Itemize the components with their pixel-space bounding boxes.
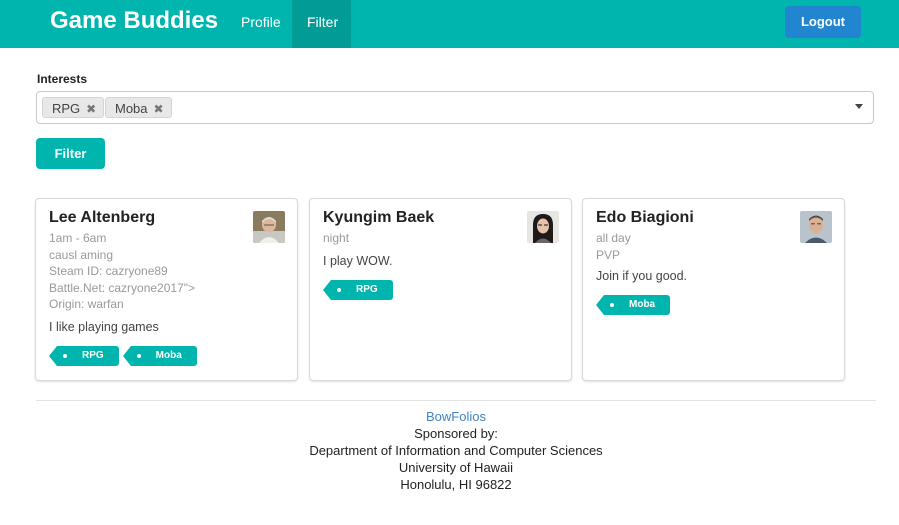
- interests-label: Interests: [37, 72, 88, 86]
- footer-link[interactable]: BowFolios: [0, 408, 899, 425]
- meta-line: Origin: warfan: [49, 297, 124, 311]
- tag-label[interactable]: Moba: [595, 295, 671, 315]
- meta-line: Battle.Net: cazryone2017">: [49, 280, 196, 295]
- profile-meta: night: [323, 230, 349, 247]
- meta-line: causl aming: [49, 247, 114, 262]
- meta-line: night: [323, 231, 350, 245]
- brand-title[interactable]: Game Buddies: [50, 7, 218, 35]
- profile-name: Lee Altenberg: [49, 209, 156, 226]
- profile-meta: 1am - 6am causl aming Steam ID: cazryone…: [49, 230, 195, 313]
- meta-line: all day: [596, 231, 631, 245]
- avatar: [800, 211, 832, 243]
- close-icon[interactable]: ✖: [86, 102, 96, 116]
- profile-description: I like playing games: [49, 320, 159, 334]
- tag-list: RPG Moba: [49, 346, 197, 366]
- chip-rpg: RPG ✖: [42, 97, 105, 118]
- tag-label[interactable]: RPG: [323, 280, 393, 300]
- footer-line: University of Hawaii: [398, 460, 514, 475]
- profile-meta: all day PVP: [596, 230, 631, 263]
- meta-line: PVP: [596, 247, 621, 262]
- tag-label[interactable]: Moba: [122, 346, 197, 366]
- tag-list: RPG: [323, 280, 393, 300]
- chip-moba: Moba ✖: [105, 97, 172, 118]
- close-icon[interactable]: ✖: [154, 102, 164, 116]
- chip-label: Moba: [115, 101, 148, 116]
- profile-name: Edo Biagioni: [596, 209, 694, 226]
- footer: BowFolios Sponsored by: Department of In…: [0, 408, 899, 493]
- tag-label[interactable]: RPG: [49, 346, 119, 366]
- footer-line: Honolulu, HI 96822: [400, 477, 512, 492]
- profile-card: Edo Biagioni all day PVP Join if you goo…: [582, 198, 845, 381]
- profile-name: Kyungim Baek: [323, 209, 435, 226]
- footer-line: Sponsored by:: [414, 426, 498, 441]
- top-nav: Game Buddies Profile Filter Logout: [0, 0, 899, 48]
- meta-line: Steam ID: cazryone89: [49, 264, 168, 278]
- tag-list: Moba: [595, 295, 671, 315]
- profile-description: I play WOW.: [323, 254, 393, 268]
- profile-description: Join if you good.: [596, 269, 688, 283]
- nav-filter[interactable]: Filter: [292, 0, 351, 48]
- profile-card: Lee Altenberg 1am - 6am causl aming Stea…: [35, 198, 298, 381]
- interests-multiselect[interactable]: RPG ✖ Moba ✖: [36, 91, 874, 124]
- nav-profile[interactable]: Profile: [226, 0, 293, 48]
- chip-label: RPG: [52, 101, 81, 116]
- logout-button[interactable]: Logout: [785, 6, 861, 38]
- profile-card: Kyungim Baek night I play WOW. RPG: [309, 198, 572, 381]
- caret-down-icon[interactable]: [855, 104, 863, 109]
- footer-line: Department of Information and Computer S…: [309, 443, 603, 458]
- meta-line: 1am - 6am: [49, 231, 107, 245]
- filter-button[interactable]: Filter: [36, 138, 105, 169]
- footer-divider: [36, 400, 876, 401]
- avatar: [527, 211, 559, 243]
- avatar: [253, 211, 285, 243]
